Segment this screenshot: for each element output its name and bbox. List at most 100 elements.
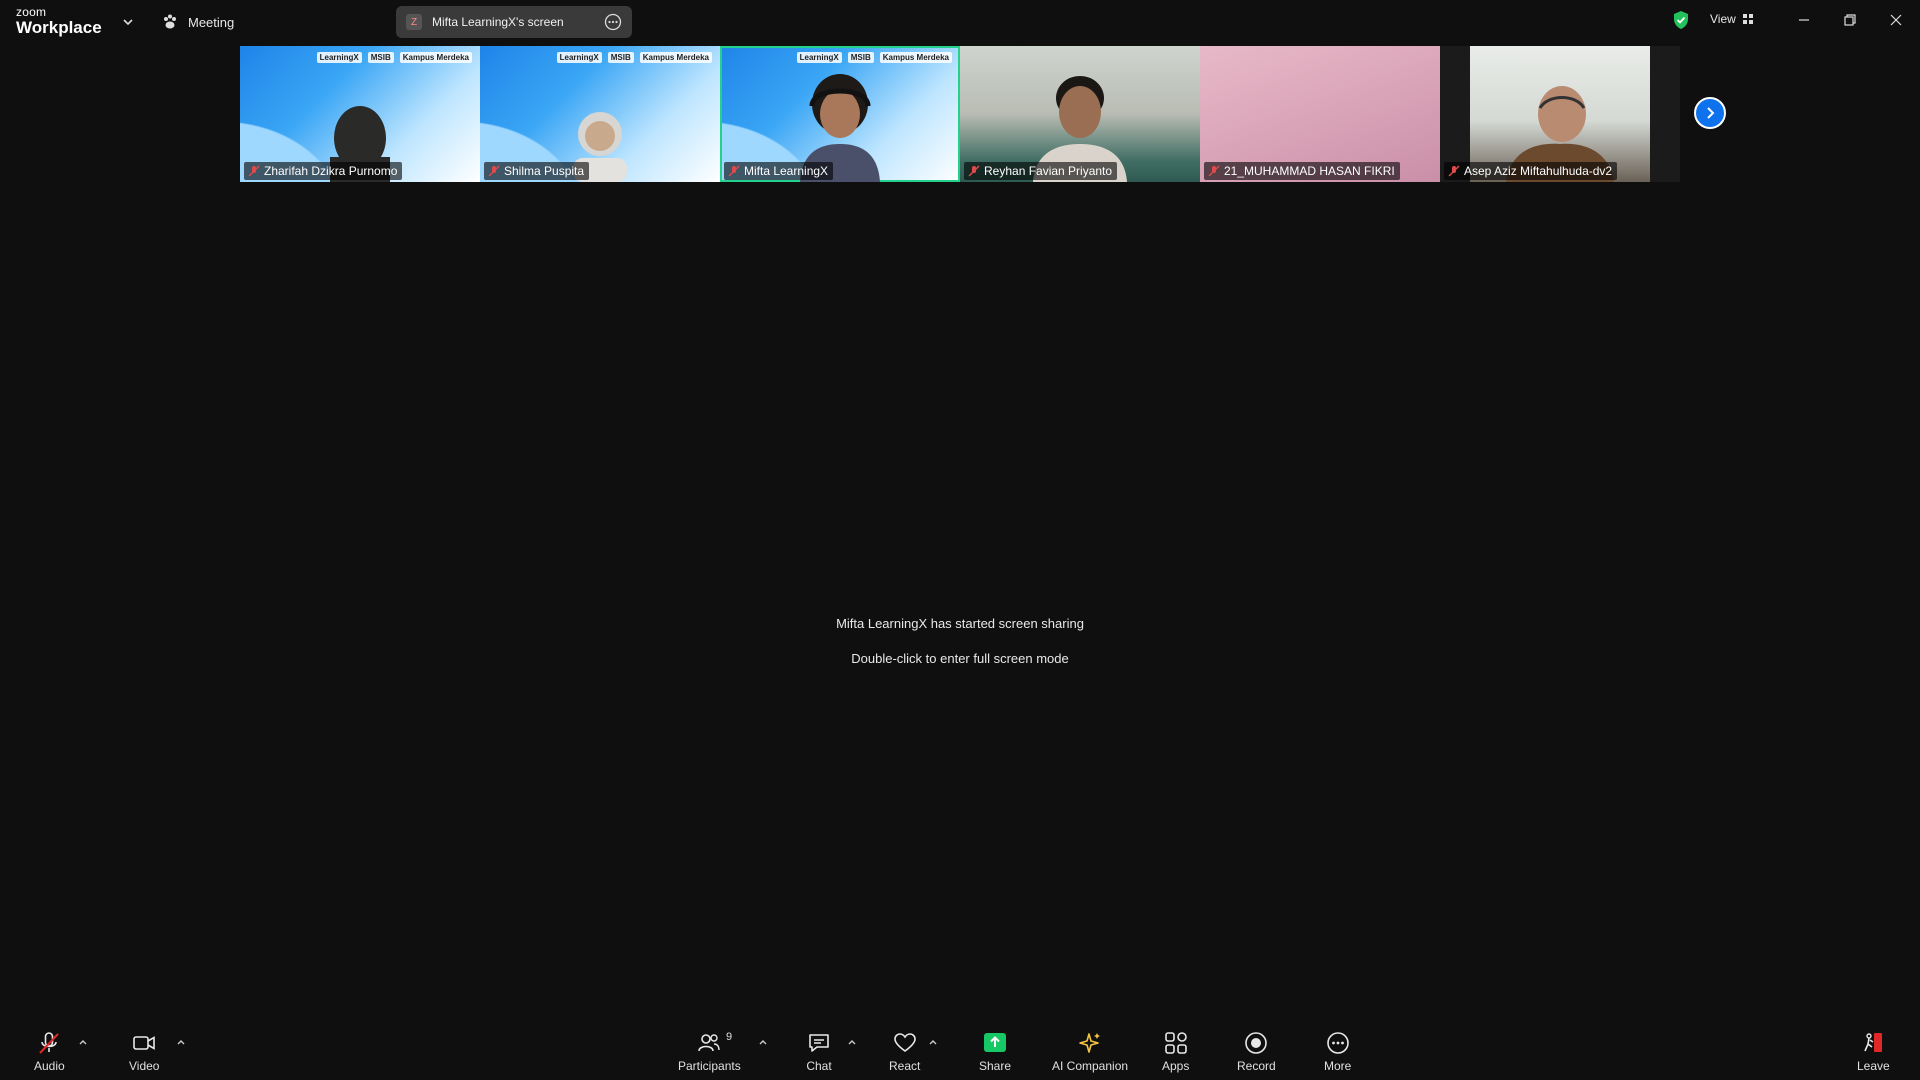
video-tile[interactable]: 21_MUHAMMAD HASAN FIKRI [1200, 46, 1440, 182]
participant-nameplate: Asep Aziz Miftahulhuda-dv2 [1444, 162, 1618, 180]
logo-big-text: Workplace [16, 18, 102, 37]
participant-name: Mifta LearningX [744, 164, 829, 178]
brand-learningx: LearningX [556, 52, 602, 63]
participant-nameplate: Reyhan Favian Priyanto [964, 162, 1118, 180]
ai-companion-button[interactable]: AI Companion [1052, 1030, 1128, 1076]
react-label: React [889, 1059, 921, 1073]
participant-name: 21_MUHAMMAD HASAN FIKRI [1224, 164, 1395, 178]
more-dots-icon [1326, 1032, 1349, 1054]
audio-label: Audio [34, 1059, 65, 1073]
brand-learningx: LearningX [796, 52, 842, 63]
meeting-toolbar: Audio Video Participants 9 Chat React Sh… [0, 1020, 1920, 1080]
video-button[interactable]: Video [129, 1030, 159, 1076]
video-tile[interactable]: Asep Aziz Miftahulhuda-dv2 [1440, 46, 1680, 182]
fullscreen-hint-text: Double-click to enter full screen mode [851, 651, 1069, 666]
participant-nameplate: Mifta LearningX [724, 162, 834, 180]
next-page-button[interactable] [1694, 97, 1726, 129]
leave-door-icon [1864, 1033, 1883, 1052]
participants-count: 9 [726, 1031, 733, 1043]
chevron-right-icon [1707, 107, 1715, 119]
share-screen-icon [984, 1033, 1007, 1052]
brand-msib: MSIB [367, 52, 394, 63]
minimize-icon[interactable] [1794, 10, 1814, 30]
heart-icon [893, 1033, 916, 1052]
brand-logos: LearningX MSIB Kampus Merdeka [796, 52, 952, 63]
sparkle-icon [1079, 1033, 1101, 1053]
mic-muted-icon [248, 165, 260, 177]
video-label: Video [129, 1059, 160, 1073]
participant-video-strip: LearningX MSIB Kampus Merdeka Zharifah D… [240, 46, 1680, 182]
participants-label: Participants [678, 1059, 741, 1073]
share-started-text: Mifta LearningX has started screen shari… [836, 616, 1084, 631]
participant-nameplate: Zharifah Dzikra Purnomo [244, 162, 403, 180]
restore-icon[interactable] [1840, 10, 1860, 30]
participants-icon [698, 1034, 721, 1052]
mic-muted-icon [39, 1032, 60, 1054]
video-tile[interactable]: LearningX MSIB Kampus Merdeka Shilma Pus… [480, 46, 720, 182]
leave-label: Leave [1857, 1059, 1890, 1073]
brand-learningx: LearningX [316, 52, 362, 63]
record-label: Record [1237, 1059, 1276, 1073]
brand-kampus-merdeka: Kampus Merdeka [879, 52, 952, 63]
participant-nameplate: 21_MUHAMMAD HASAN FIKRI [1204, 162, 1400, 180]
record-button[interactable]: Record [1237, 1030, 1276, 1076]
brand-logos: LearningX MSIB Kampus Merdeka [316, 52, 472, 63]
brand-kampus-merdeka: Kampus Merdeka [639, 52, 712, 63]
chevron-down-icon[interactable] [120, 14, 136, 30]
participant-name: Reyhan Favian Priyanto [984, 164, 1113, 178]
mic-muted-icon [968, 165, 980, 177]
more-button[interactable]: More [1324, 1030, 1351, 1076]
apps-grid-icon [1164, 1032, 1187, 1054]
chat-options-caret-icon[interactable] [846, 1036, 858, 1048]
logo-small-text: zoom [16, 5, 47, 19]
meeting-label: Meeting [188, 14, 235, 30]
share-title: Mifta LearningX's screen [432, 15, 564, 29]
encryption-shield-icon[interactable] [1672, 10, 1690, 30]
brand-logos: LearningX MSIB Kampus Merdeka [556, 52, 712, 63]
participant-name: Zharifah Dzikra Purnomo [264, 164, 398, 178]
react-options-caret-icon[interactable] [927, 1036, 939, 1048]
chat-label: Chat [806, 1059, 832, 1073]
video-camera-icon [133, 1036, 156, 1050]
video-tile[interactable]: Reyhan Favian Priyanto [960, 46, 1200, 182]
close-icon[interactable] [1886, 10, 1906, 30]
chat-bubble-icon [809, 1034, 829, 1052]
more-label: More [1324, 1059, 1352, 1073]
title-bar: zoom Workplace Meeting Z Mifta LearningX… [0, 0, 1920, 44]
brand-kampus-merdeka: Kampus Merdeka [399, 52, 472, 63]
video-tile[interactable]: LearningX MSIB Kampus Merdeka Zharifah D… [240, 46, 480, 182]
mic-muted-icon [728, 165, 740, 177]
screen-share-notice: Mifta LearningX has started screen shari… [0, 606, 1920, 676]
zoom-workplace-logo[interactable]: zoom Workplace [16, 6, 102, 36]
mic-muted-icon [1208, 165, 1220, 177]
mic-muted-icon [1448, 165, 1460, 177]
share-screen-button[interactable]: Share [979, 1030, 1011, 1076]
video-tile-active-speaker[interactable]: LearningX MSIB Kampus Merdeka Mifta Lear… [720, 46, 960, 182]
paw-icon [164, 14, 176, 29]
sharer-avatar-badge: Z [406, 14, 422, 30]
brand-msib: MSIB [607, 52, 634, 63]
meeting-menu-button[interactable]: Meeting [162, 12, 234, 32]
view-label: View [1710, 12, 1736, 26]
share-label: Share [979, 1059, 1012, 1073]
chat-button[interactable]: Chat [806, 1030, 832, 1076]
participant-name: Shilma Puspita [504, 164, 585, 178]
ai-companion-label: AI Companion [1052, 1059, 1129, 1073]
audio-options-caret-icon[interactable] [77, 1036, 89, 1048]
grid-view-icon [1742, 14, 1753, 24]
react-button[interactable]: React [889, 1030, 920, 1076]
apps-label: Apps [1162, 1059, 1190, 1073]
record-icon [1245, 1032, 1268, 1054]
participant-name: Asep Aziz Miftahulhuda-dv2 [1464, 164, 1613, 178]
more-options-icon[interactable] [604, 13, 622, 31]
view-button[interactable]: View [1710, 12, 1754, 26]
brand-msib: MSIB [847, 52, 874, 63]
video-options-caret-icon[interactable] [175, 1036, 187, 1048]
mic-muted-icon [488, 165, 500, 177]
leave-button[interactable]: Leave [1857, 1030, 1890, 1076]
participant-nameplate: Shilma Puspita [484, 162, 590, 180]
apps-button[interactable]: Apps [1162, 1030, 1189, 1076]
audio-button[interactable]: Audio [34, 1030, 65, 1076]
screen-share-pill[interactable]: Z Mifta LearningX's screen [396, 6, 632, 38]
participants-options-caret-icon[interactable] [757, 1036, 769, 1048]
